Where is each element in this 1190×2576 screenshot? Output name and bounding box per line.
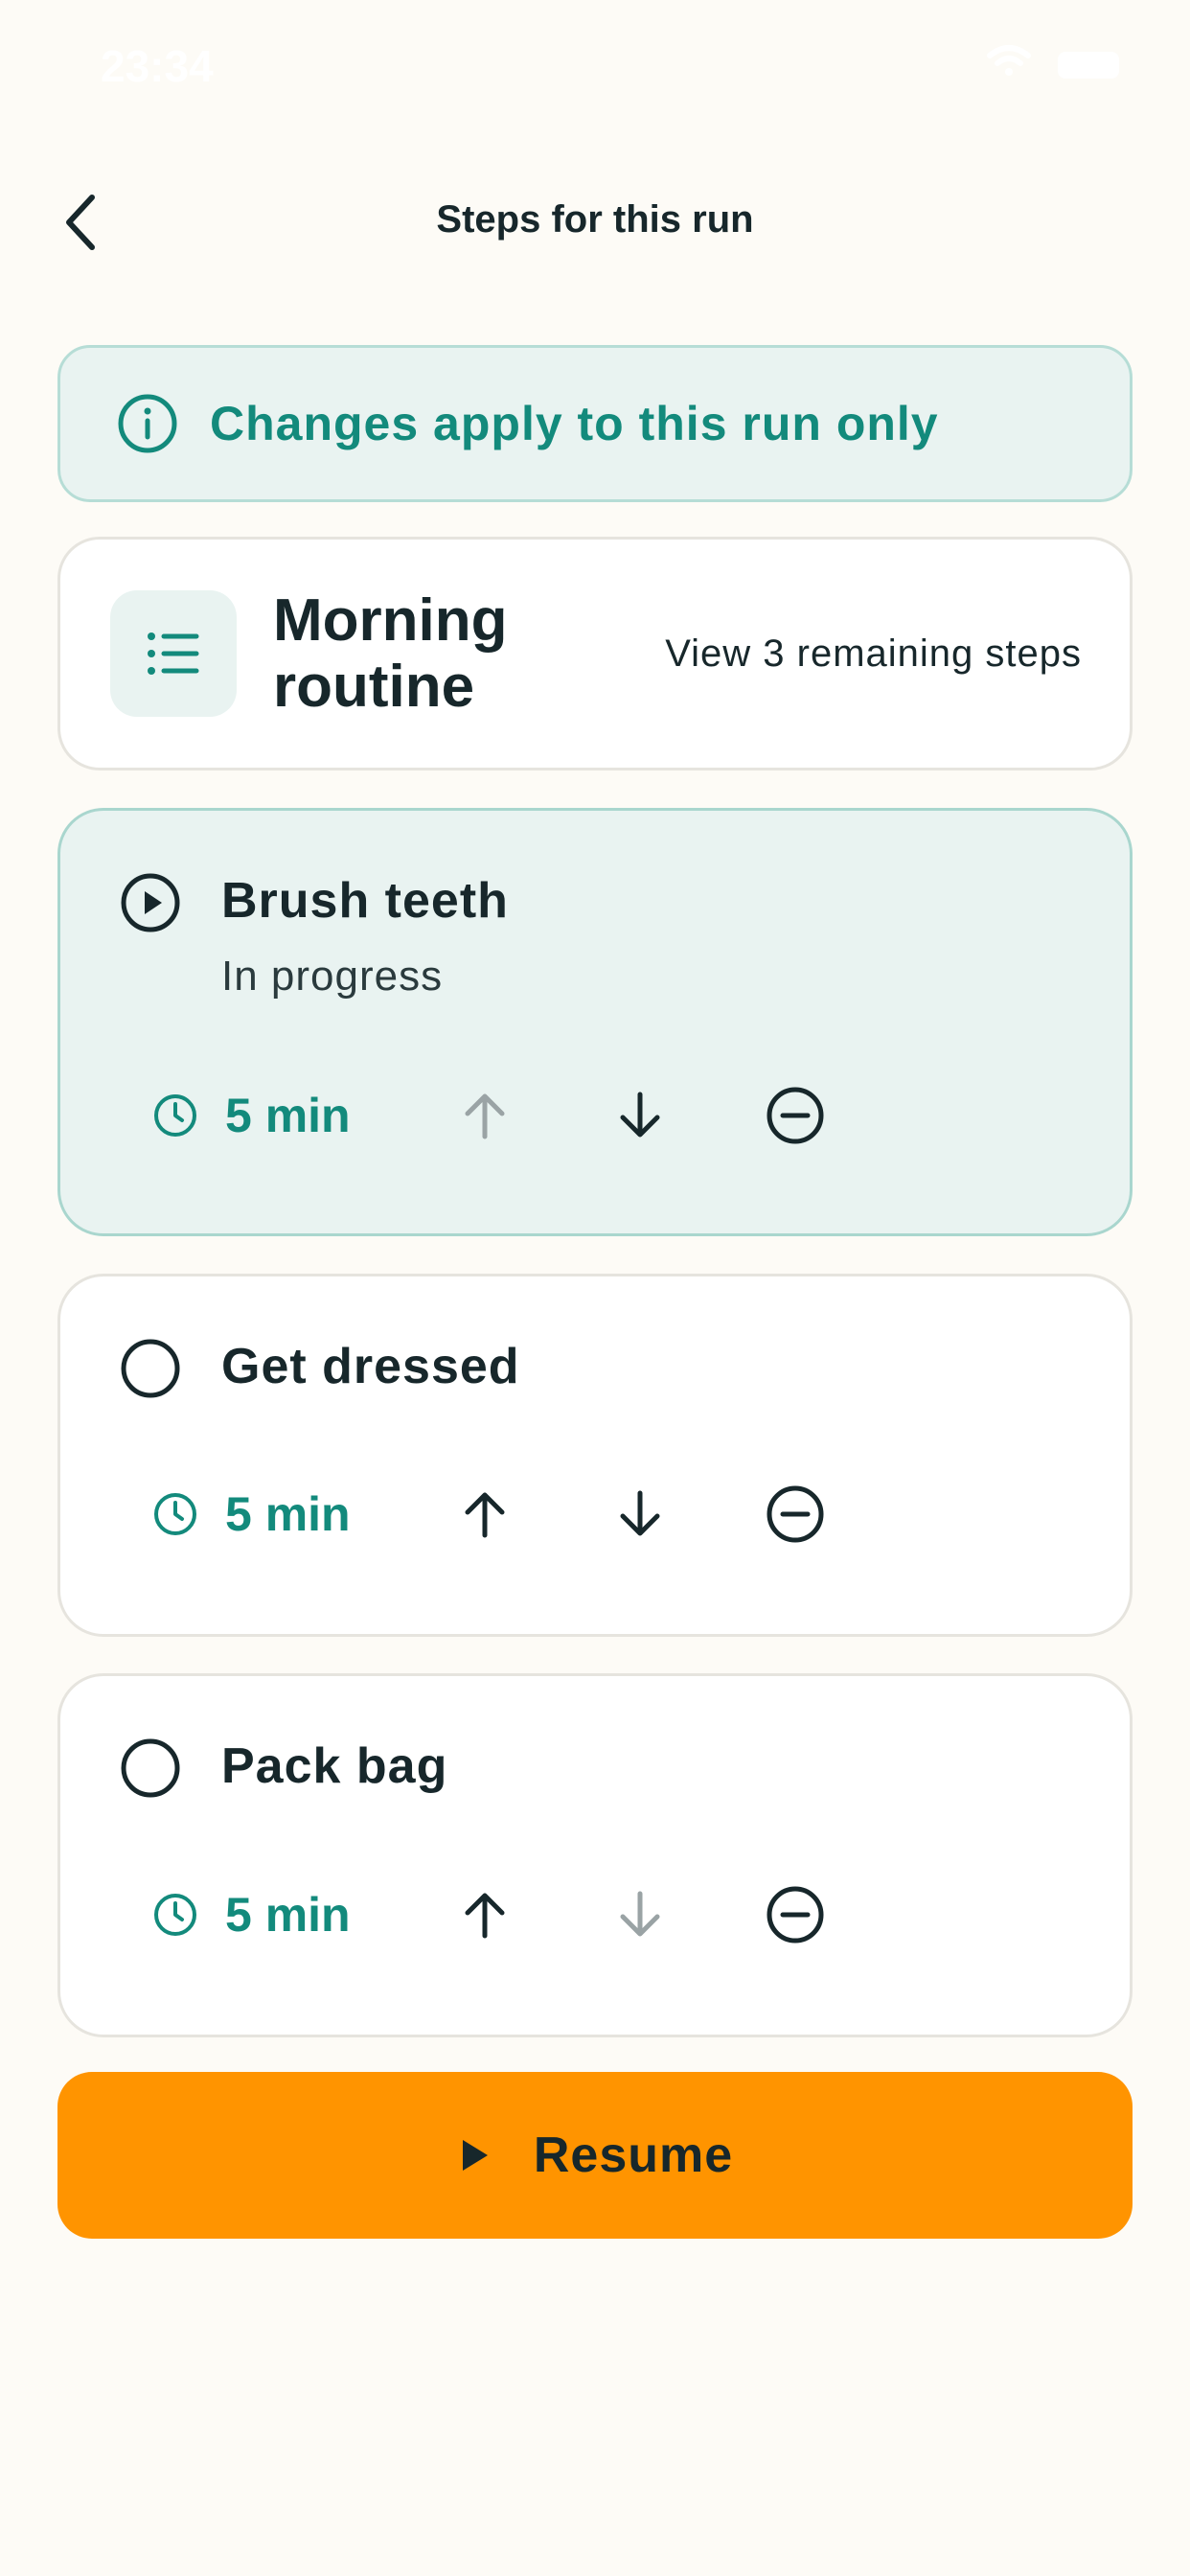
clock-icon: [154, 1894, 196, 1936]
arrow-down-icon: [620, 1092, 660, 1138]
minus-circle-icon: [767, 1886, 824, 1944]
move-up-button[interactable]: [446, 1077, 523, 1154]
list-icon: [148, 632, 199, 675]
routine-card: Morning routine View 3 remaining steps: [57, 537, 1133, 770]
routine-name: Morning routine: [273, 586, 508, 720]
arrow-up-icon: [465, 1893, 505, 1939]
arrow-down-icon: [620, 1490, 660, 1536]
duration-button[interactable]: 5 min: [152, 1088, 351, 1143]
status-bar: 23:34: [0, 0, 1190, 134]
minus-circle-icon: [767, 1087, 824, 1144]
page-title: Steps for this run: [436, 198, 754, 241]
move-up-button[interactable]: [446, 1876, 523, 1953]
remove-step-button[interactable]: [757, 1476, 834, 1552]
play-icon: [462, 2140, 488, 2171]
step-card-get-dressed[interactable]: Get dressed 5 min: [57, 1274, 1133, 1637]
battery-icon: [1058, 52, 1119, 79]
play-circle-icon: [121, 873, 180, 932]
wifi-icon: [987, 45, 1031, 76]
duration-button[interactable]: 5 min: [152, 1887, 351, 1943]
step-status-text: In progress: [221, 953, 444, 1000]
move-down-button[interactable]: [602, 1876, 678, 1953]
minus-circle-icon: [767, 1485, 824, 1543]
resume-button[interactable]: Resume: [57, 2072, 1133, 2239]
duration-text: 5 min: [225, 1487, 351, 1541]
duration-text: 5 min: [225, 1888, 351, 1942]
empty-circle-icon: [121, 1738, 180, 1798]
step-title: Get dressed: [221, 1339, 520, 1394]
duration-text: 5 min: [225, 1089, 351, 1142]
clock-icon: [154, 1094, 196, 1137]
step-title: Pack bag: [221, 1738, 448, 1794]
move-up-button[interactable]: [446, 1476, 523, 1552]
remove-step-button[interactable]: [757, 1077, 834, 1154]
info-banner: Changes apply to this run only: [57, 345, 1133, 502]
step-controls: 5 min: [152, 1876, 351, 1953]
step-card-pack-bag[interactable]: Pack bag 5 min: [57, 1673, 1133, 2037]
view-remaining-steps-link[interactable]: View 3 remaining steps: [665, 632, 1082, 676]
info-icon: [118, 394, 177, 453]
empty-circle-icon: [121, 1339, 180, 1398]
remove-step-button[interactable]: [757, 1876, 834, 1953]
status-time: 23:34: [101, 41, 214, 91]
arrow-up-icon: [465, 1492, 505, 1538]
move-down-button[interactable]: [602, 1077, 678, 1154]
move-down-button[interactable]: [602, 1476, 678, 1552]
clock-icon: [154, 1493, 196, 1535]
step-title: Brush teeth: [221, 873, 509, 929]
step-card-brush-teeth[interactable]: Brush teeth In progress 5 min: [57, 808, 1133, 1236]
step-controls: 5 min: [152, 1476, 351, 1552]
info-banner-text: Changes apply to this run only: [210, 397, 939, 450]
resume-label: Resume: [533, 2128, 734, 2183]
arrow-up-icon: [465, 1093, 505, 1139]
arrow-down-icon: [620, 1891, 660, 1937]
step-controls: 5 min: [152, 1077, 351, 1154]
app-root: 23:34 Steps for this run Changes apply t…: [0, 0, 1190, 2576]
duration-button[interactable]: 5 min: [152, 1486, 351, 1542]
routine-icon-box: [110, 590, 237, 717]
